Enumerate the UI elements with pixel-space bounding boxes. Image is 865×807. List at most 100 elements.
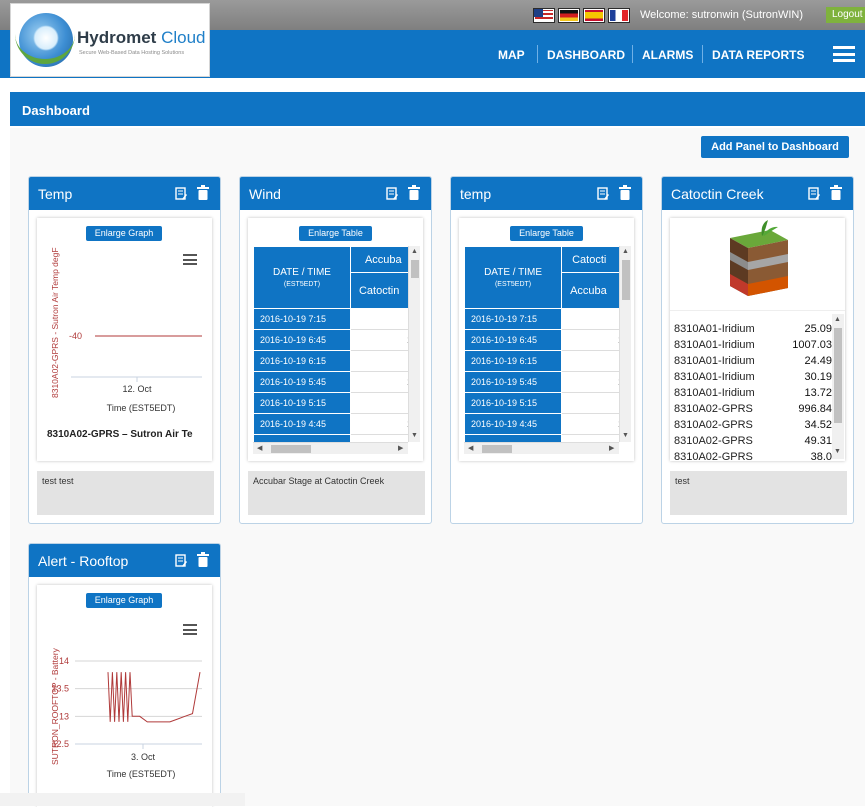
brand-logo[interactable]: Hydromet Cloud Secure Web-Based Data Hos…: [10, 3, 210, 77]
row-time: 2016-10-19 6:45: [464, 329, 563, 351]
panel-title: Temp: [38, 186, 73, 202]
nav-separator: [537, 45, 538, 63]
edit-icon[interactable]: [175, 187, 187, 200]
reading-value: 25.09: [804, 323, 832, 335]
table-container: Enlarge Table DATE / TIME (EST5EDT) Accub…: [248, 218, 423, 461]
panel-note: test: [670, 471, 847, 515]
nav-data-reports[interactable]: DATA REPORTS: [712, 48, 804, 62]
nav-dashboard[interactable]: DASHBOARD: [547, 48, 625, 62]
reading-station: 8310A01-Iridium: [674, 371, 755, 383]
table-row[interactable]: 2016-10-19 4:4512: [464, 413, 631, 435]
edit-icon[interactable]: [808, 187, 820, 200]
vertical-scrollbar[interactable]: ▲ ▼: [619, 246, 631, 442]
table-row[interactable]: 2016-10-19 5:150.: [464, 392, 631, 414]
vertical-scrollbar[interactable]: ▲ ▼: [832, 314, 844, 459]
hamburger-menu-icon[interactable]: [833, 46, 855, 62]
data-table: DATE / TIME (EST5EDT) Accuba Catoctin 201…: [253, 246, 420, 442]
table-row[interactable]: 2016-10-19 6:4512: [464, 329, 631, 351]
dashboard-bar: [10, 92, 865, 126]
table-row[interactable]: 2016-10-19 5:4512: [253, 371, 420, 393]
readings-container: 8310A01-Iridium 25.09 8310A01-Iridium 1007.…: [670, 218, 845, 463]
table-row[interactable]: 2016-10-19 5:150.: [253, 392, 420, 414]
reading-value: 1007.03: [792, 339, 832, 351]
data-table-viewport[interactable]: DATE / TIME (EST5EDT) Accuba Catoctin 201…: [253, 246, 420, 442]
table-row[interactable]: 2016-10-19 6:4512: [253, 329, 420, 351]
vertical-scrollbar[interactable]: ▲ ▼: [408, 246, 420, 442]
panel-header: Temp: [29, 177, 220, 210]
x-tick-label: 12. Oct: [122, 384, 152, 394]
y-tick-label: -40: [69, 331, 82, 341]
panel-header: temp: [451, 177, 642, 210]
data-table-viewport[interactable]: DATE / TIME (EST5EDT) Catocti Accuba 2016…: [464, 246, 631, 442]
panel-wind-table: Wind Enlarge Table DATE / TIME (EST5EDT) …: [239, 176, 432, 524]
row-time: 2016-10-19 7:15: [253, 308, 351, 330]
trash-icon[interactable]: [830, 185, 842, 200]
readings-list: 8310A01-Iridium 25.09 8310A01-Iridium 1007.…: [674, 321, 832, 465]
panel-note: Accubar Stage at Catoctin Creek: [248, 471, 425, 515]
edit-icon[interactable]: [597, 187, 609, 200]
table-row[interactable]: 2016-10-19 5:4512: [464, 371, 631, 393]
date-time-header[interactable]: DATE / TIME (EST5EDT): [253, 246, 351, 309]
trash-icon[interactable]: [408, 185, 420, 200]
add-panel-button[interactable]: Add Panel to Dashboard: [701, 136, 849, 158]
row-time: 2016-10-19 7:15: [464, 308, 563, 330]
edit-icon[interactable]: [175, 554, 187, 567]
reading-row: 8310A01-Iridium 24.49: [674, 353, 832, 369]
france-flag-icon[interactable]: [608, 8, 630, 23]
horizontal-scrollbar[interactable]: ◀ ▶: [464, 442, 619, 454]
language-flags: [533, 8, 630, 23]
panel-header: Catoctin Creek: [662, 177, 853, 210]
reading-row: 8310A01-Iridium 13.72: [674, 385, 832, 401]
spain-flag-icon[interactable]: [583, 8, 605, 23]
panel-temp-chart: Temp Enlarge Graph -40 12. Oct Time (EST…: [28, 176, 221, 524]
chart-container: Enlarge Graph 12.5 13 13.5 14 3. Oct Time (…: [37, 585, 212, 807]
date-time-header[interactable]: DATE / TIME (EST5EDT): [464, 246, 563, 309]
panel-note: test test: [37, 471, 214, 515]
reading-row: 8310A02-GPRS 49.31: [674, 433, 832, 449]
trash-icon[interactable]: [619, 185, 631, 200]
table-row[interactable]: 2016-10-19 6:150.: [464, 350, 631, 372]
us-flag-icon[interactable]: [533, 8, 555, 23]
swoosh-logo-icon: [15, 34, 75, 64]
x-axis-label: Time (EST5EDT): [107, 769, 176, 779]
trash-icon[interactable]: [197, 185, 209, 200]
horizontal-scrollbar[interactable]: ◀ ▶: [253, 442, 408, 454]
nav-separator: [702, 45, 703, 63]
enlarge-table-button[interactable]: Enlarge Table: [510, 226, 583, 241]
reading-row: 8310A02-GPRS 38.0: [674, 449, 832, 465]
reading-row: 8310A02-GPRS 34.52: [674, 417, 832, 433]
series-line: [107, 672, 201, 723]
table-container: Enlarge Table DATE / TIME (EST5EDT) Catoc…: [459, 218, 634, 461]
alert-chart-svg: 12.51313.514 3. Oct Time (EST5EDT) SUTRO…: [50, 647, 202, 779]
edit-icon[interactable]: [386, 187, 398, 200]
reading-value: 49.31: [804, 435, 832, 447]
row-time: 2016-10-19 5:45: [464, 371, 563, 393]
nav-map[interactable]: MAP: [498, 48, 525, 62]
trash-icon[interactable]: [197, 552, 209, 567]
row-time: 2016-10-19 5:15: [253, 392, 351, 414]
reading-value: 38.0: [810, 451, 832, 463]
enlarge-table-button[interactable]: Enlarge Table: [299, 226, 372, 241]
panel-catoctin-creek: Catoctin Creek 8310A01-Iridium 25.09 8310A…: [661, 176, 854, 524]
panel-title: temp: [460, 186, 492, 202]
table-row[interactable]: 2016-10-19 6:150.: [253, 350, 420, 372]
table-row[interactable]: 2016-10-19 7:150.: [464, 308, 631, 330]
reading-value: 30.19: [804, 371, 832, 383]
brand-tagline: Secure Web-Based Data Hosting Solutions: [79, 50, 185, 56]
legend-series-name: 8310A02-GPRS – Sutron Air Te: [47, 429, 193, 440]
germany-flag-icon[interactable]: [558, 8, 580, 23]
table-row[interactable]: 2016-10-19 4:4512: [253, 413, 420, 435]
nav-separator: [632, 45, 633, 63]
panel-title: Catoctin Creek: [671, 186, 764, 202]
row-time: 2016-10-19 6:15: [464, 350, 563, 372]
nav-alarms[interactable]: ALARMS: [642, 48, 693, 62]
logout-button[interactable]: Logout: [826, 7, 865, 23]
table-row[interactable]: 2016-10-19 7:150.: [253, 308, 420, 330]
panel-alert-rooftop: Alert - Rooftop Enlarge Graph 12.5 13 13.5…: [28, 543, 221, 807]
row-time: 2016-10-19 5:45: [253, 371, 351, 393]
row-time: 2016-10-19 5:15: [464, 392, 563, 414]
soil-layers-image: [670, 218, 845, 311]
reading-value: 13.72: [804, 387, 832, 399]
data-table: DATE / TIME (EST5EDT) Catocti Accuba 2016…: [464, 246, 631, 442]
reading-station: 8310A01-Iridium: [674, 387, 755, 399]
